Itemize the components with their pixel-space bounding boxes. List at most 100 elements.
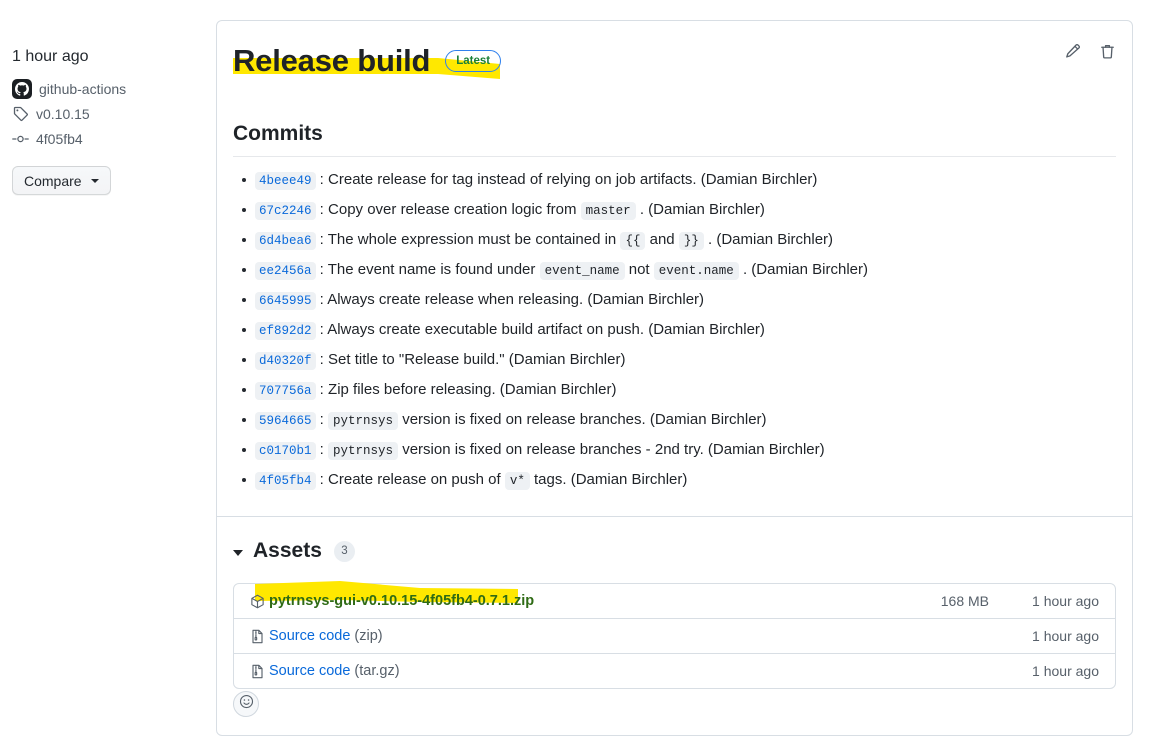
- asset-row[interactable]: pytrnsys-gui-v0.10.15-4f05fb4-0.7.1.zip 1…: [234, 584, 1115, 619]
- commit-message-text: Always create executable build artifact …: [327, 321, 765, 338]
- release-meta-sidebar: 1 hour ago github-actions v0.10.15 4f05f…: [12, 46, 207, 195]
- commit-item: 6645995 : Always create release when rel…: [242, 290, 1116, 311]
- commit-separator: :: [315, 231, 328, 248]
- commit-inline-code: event.name: [653, 262, 739, 280]
- commit-separator: :: [315, 381, 329, 398]
- commit-separator: :: [315, 291, 328, 308]
- commit-separator: :: [315, 351, 329, 368]
- asset-row[interactable]: Source code (tar.gz) 1 hour ago: [234, 654, 1115, 688]
- commit-message-text: . (Damian Birchler): [639, 201, 765, 218]
- assets-count-badge: 3: [333, 540, 355, 562]
- commit-item: d40320f : Set title to "Release build." …: [242, 350, 1116, 371]
- commit-message-text: . (Damian Birchler): [708, 231, 834, 248]
- commit-sha-link[interactable]: 67c2246: [255, 202, 316, 220]
- commit-item: ee2456a : The event name is found under …: [242, 260, 1116, 281]
- commit-inline-code: event_name: [539, 262, 625, 280]
- package-icon: [250, 594, 265, 609]
- release-commit[interactable]: 4f05fb4: [12, 129, 207, 149]
- commit-sha-link[interactable]: 5964665: [255, 412, 316, 430]
- commits-list: 4beee49 : Create release for tag instead…: [233, 170, 1116, 491]
- asset-download-link[interactable]: pytrnsys-gui-v0.10.15-4f05fb4-0.7.1.zip: [250, 593, 534, 609]
- commit-sha-link[interactable]: d40320f: [255, 352, 316, 370]
- release-author[interactable]: github-actions: [12, 79, 207, 99]
- commit-item: 5964665 : pytrnsys version is fixed on r…: [242, 410, 1116, 431]
- commits-heading: Commits: [233, 122, 323, 145]
- release-page: 1 hour ago github-actions v0.10.15 4f05f…: [0, 0, 1151, 753]
- release-card-body: Release build Latest Commits 4beee49 : C…: [217, 21, 1132, 491]
- release-author-name: github-actions: [39, 81, 127, 97]
- compare-button-label: Compare: [24, 172, 82, 189]
- commit-message-text: Create release for tag instead of relyin…: [328, 171, 818, 188]
- commit-item: 707756a : Zip files before releasing. (D…: [242, 380, 1116, 401]
- commit-inline-code: v*: [504, 472, 530, 490]
- assets-section: Assets 3 pytrnsys-gui-v0.10.15-4f05fb4-0…: [233, 537, 1116, 689]
- commit-item: 6d4bea6 : The whole expression must be c…: [242, 230, 1116, 251]
- asset-timestamp: 1 hour ago: [1032, 628, 1099, 644]
- commit-message-text: The event name is found under: [327, 261, 536, 278]
- asset-timestamp: 1 hour ago: [1032, 593, 1099, 609]
- commit-item: 4beee49 : Create release for tag instead…: [242, 170, 1116, 191]
- commit-inline-code: }}: [678, 232, 704, 250]
- asset-download-link[interactable]: Source code (tar.gz): [250, 663, 400, 679]
- assets-header[interactable]: Assets 3: [233, 537, 1116, 565]
- commit-message-text: and: [649, 231, 675, 248]
- commit-icon: [12, 131, 29, 148]
- commit-message-text: version is fixed on release branches. (D…: [402, 411, 767, 428]
- commit-separator: :: [315, 441, 329, 458]
- github-avatar-icon: [12, 79, 32, 99]
- asset-file-format: (tar.gz): [354, 663, 400, 679]
- reaction-area: [233, 691, 259, 717]
- commit-sha-link[interactable]: ef892d2: [255, 322, 316, 340]
- asset-download-link[interactable]: Source code (zip): [250, 628, 383, 644]
- file-zip-icon: [250, 664, 265, 679]
- commit-sha-link[interactable]: 6d4bea6: [255, 232, 316, 250]
- release-title-row: Release build Latest: [233, 41, 1116, 81]
- chevron-down-icon: [90, 178, 99, 183]
- asset-timestamp: 1 hour ago: [1032, 663, 1099, 679]
- commit-sha-link[interactable]: 4f05fb4: [255, 472, 316, 490]
- commit-message-text: Always create release when releasing. (D…: [327, 291, 705, 308]
- commit-message-text: tags. (Damian Birchler): [534, 471, 688, 488]
- commit-sha-link[interactable]: c0170b1: [255, 442, 316, 460]
- commit-item: 67c2246 : Copy over release creation log…: [242, 200, 1116, 221]
- release-tag[interactable]: v0.10.15: [12, 104, 207, 124]
- release-published-time: 1 hour ago: [12, 48, 89, 65]
- commit-item: 4f05fb4 : Create release on push of v* t…: [242, 470, 1116, 491]
- assets-table: pytrnsys-gui-v0.10.15-4f05fb4-0.7.1.zip 1…: [233, 583, 1116, 689]
- asset-file-name: pytrnsys-gui-v0.10.15-4f05fb4-0.7.1.zip: [269, 593, 535, 609]
- commit-sha-link[interactable]: ee2456a: [255, 262, 316, 280]
- commit-sha-link[interactable]: 707756a: [255, 382, 316, 400]
- commit-item: c0170b1 : pytrnsys version is fixed on r…: [242, 440, 1116, 461]
- commit-inline-code: pytrnsys: [328, 442, 399, 460]
- asset-row[interactable]: Source code (zip) 1 hour ago: [234, 619, 1115, 654]
- release-tag-name: v0.10.15: [36, 106, 90, 122]
- triangle-down-icon[interactable]: [233, 549, 243, 556]
- compare-button[interactable]: Compare: [12, 166, 111, 195]
- commit-message-text: Copy over release creation logic from: [328, 201, 577, 218]
- commits-divider: [233, 156, 1116, 157]
- release-card: Release build Latest Commits 4beee49 : C…: [216, 20, 1133, 736]
- status-badge-latest: Latest: [445, 50, 502, 72]
- commit-message-text: Zip files before releasing. (Damian Birc…: [328, 381, 617, 398]
- commit-message-text: Set title to "Release build." (Damian Bi…: [328, 351, 626, 368]
- commit-separator: :: [315, 471, 329, 488]
- asset-file-name: Source code: [269, 628, 351, 644]
- assets-divider: [217, 516, 1132, 517]
- add-reaction-button[interactable]: [233, 691, 259, 717]
- commit-message-text: . (Damian Birchler): [742, 261, 868, 278]
- commit-message-text: The whole expression must be contained i…: [327, 231, 617, 248]
- smiley-icon: [239, 694, 254, 714]
- commit-separator: :: [315, 321, 328, 338]
- file-zip-icon: [250, 629, 265, 644]
- asset-file-name: Source code: [269, 663, 351, 679]
- asset-file-format: (zip): [354, 628, 383, 644]
- commit-message-text: Create release on push of: [328, 471, 501, 488]
- commit-sha-link[interactable]: 4beee49: [255, 172, 316, 190]
- tag-icon: [12, 106, 29, 123]
- commit-message-text: version is fixed on release branches - 2…: [402, 441, 825, 458]
- commit-separator: :: [315, 171, 329, 188]
- commit-sha-link[interactable]: 6645995: [255, 292, 316, 310]
- commit-inline-code: pytrnsys: [328, 412, 399, 430]
- commit-inline-code: master: [580, 202, 636, 220]
- page-title: Release build: [233, 43, 431, 78]
